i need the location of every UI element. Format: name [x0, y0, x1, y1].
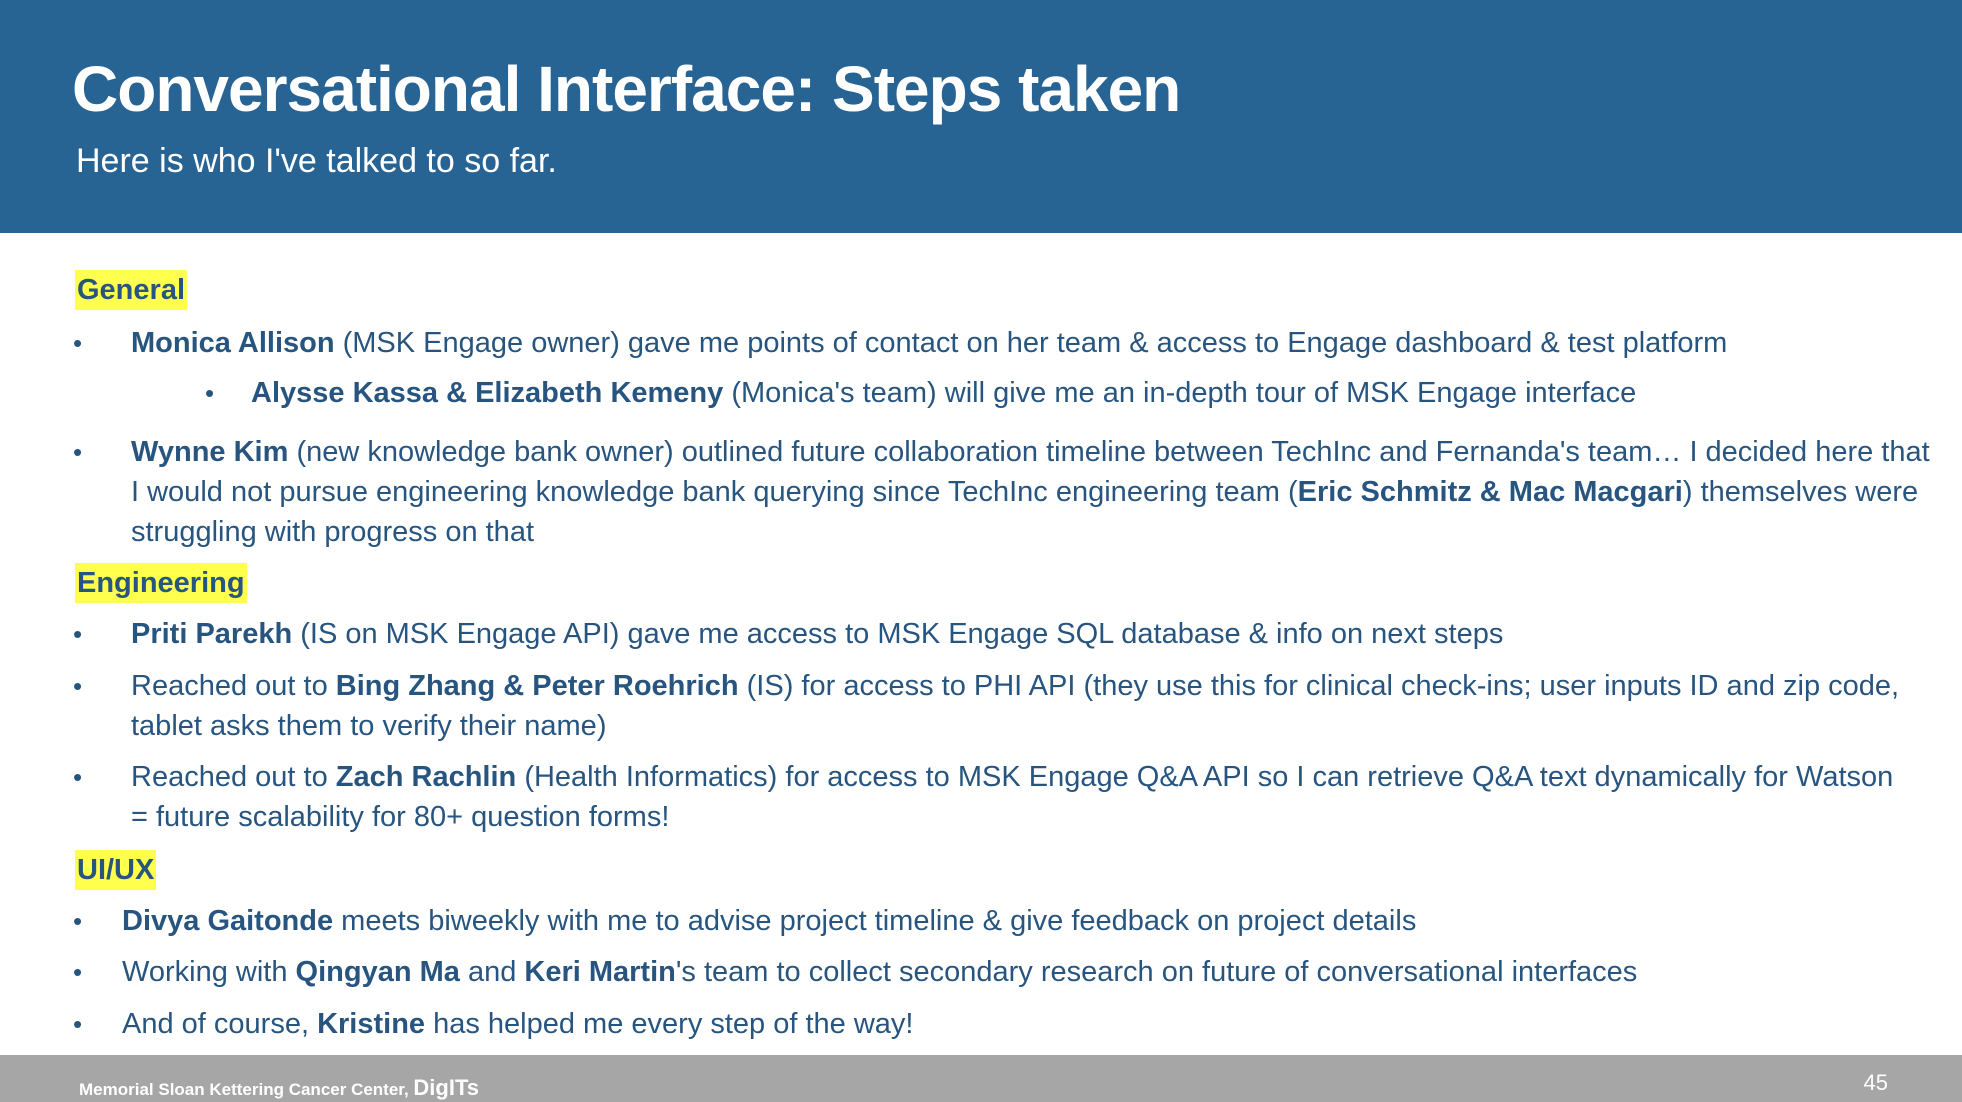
item-text: (IS on MSK Engage API) gave me access to… [292, 618, 1504, 650]
footer-dept-name: DigITs [413, 1075, 480, 1100]
bullet: • [73, 957, 83, 987]
item-text: has helped me every step of the way! [425, 1008, 914, 1040]
person-name: Eric Schmitz & Mac Macgari [1297, 476, 1683, 508]
item-prefix: Reached out to [131, 670, 336, 702]
slide-subtitle: Here is who I've talked to so far. [76, 142, 557, 180]
item-prefix: And of course, [122, 1008, 318, 1040]
slide-header: Conversational Interface: Steps taken He… [0, 0, 1962, 233]
bullet: • [73, 906, 83, 936]
slide-footer: Memorial Sloan Kettering Cancer Center, … [0, 1055, 1962, 1102]
bullet: • [73, 328, 83, 358]
item-mid: and [459, 956, 525, 988]
person-name: Bing Zhang & Peter Roehrich [335, 670, 739, 702]
person-name: Alysse Kassa & Elizabeth Kemeny [251, 377, 724, 409]
person-name: Zach Rachlin [335, 761, 517, 793]
bullet: • [73, 1009, 83, 1039]
section-heading-engineering: Engineering [75, 563, 247, 603]
person-name: Kristine [317, 1008, 426, 1040]
item-prefix: Reached out to [131, 761, 336, 793]
footer-org-name: Memorial Sloan Kettering Cancer Center, [79, 1080, 414, 1099]
section-heading-uiux: UI/UX [75, 850, 157, 890]
item-text: 's team to collect secondary research on… [675, 956, 1638, 988]
slide-title: Conversational Interface: Steps taken [72, 53, 1181, 125]
item-text: (Monica's team) will give me an in-depth… [723, 377, 1637, 409]
item-text: (MSK Engage owner) gave me points of con… [334, 327, 1728, 359]
bullet: • [205, 378, 215, 408]
person-name: Priti Parekh [131, 618, 293, 650]
person-name: Wynne Kim [131, 436, 289, 468]
bullet: • [73, 671, 83, 701]
bullet: • [73, 762, 83, 792]
bullet: • [73, 437, 83, 467]
person-name: Monica Allison [131, 327, 335, 359]
slide-body: General • Monica Allison (MSK Engage own… [0, 233, 1962, 1055]
person-name: Keri Martin [524, 956, 676, 988]
item-prefix: Working with [122, 956, 296, 988]
bullet: • [73, 619, 83, 649]
item-text: meets biweekly with me to advise project… [333, 905, 1417, 937]
person-name: Qingyan Ma [295, 956, 460, 988]
section-heading-general: General [75, 270, 187, 310]
person-name: Divya Gaitonde [122, 905, 334, 937]
page-number: 45 [1863, 1070, 1888, 1095]
footer-organization: Memorial Sloan Kettering Cancer Center, … [79, 1075, 479, 1101]
